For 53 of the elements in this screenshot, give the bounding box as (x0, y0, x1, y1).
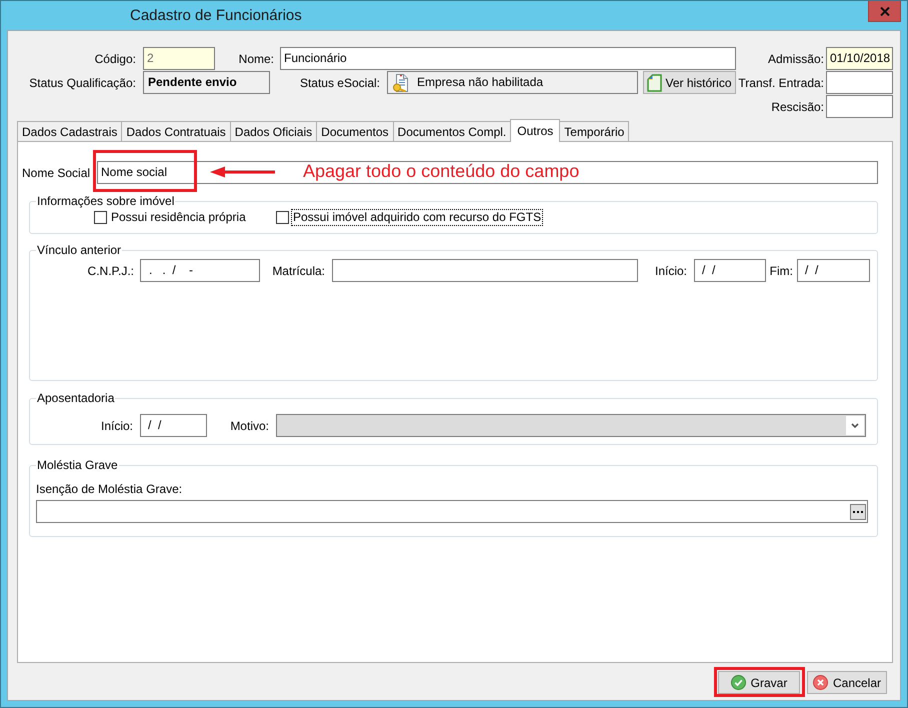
field-label: Nome Social (22, 166, 92, 180)
field-label: Matrícula: (271, 264, 325, 278)
exemption-field[interactable] (36, 500, 868, 523)
checkbox[interactable] (276, 211, 289, 224)
save-button[interactable]: Gravar (718, 671, 800, 694)
field-label: Início: (654, 264, 687, 278)
group-title: Informações sobre imóvel (36, 194, 176, 208)
field-label: Nome: (238, 52, 274, 66)
tab[interactable]: Outros (510, 119, 560, 142)
group-title: Aposentadoria (36, 391, 116, 405)
checkbox-label[interactable]: Possui imóvel adquirido com recurso do FGTS (292, 210, 542, 225)
check-circle-icon (730, 675, 746, 690)
annotation-text: Apagar todo o conteúdo do campo (303, 160, 580, 182)
checkbox[interactable] (94, 211, 107, 224)
history-button[interactable]: Ver histórico (643, 71, 736, 94)
start-date-field[interactable]: / / (694, 259, 766, 282)
ellipsis-button[interactable] (850, 504, 866, 520)
field-label: Motivo: (229, 418, 269, 432)
registration-field[interactable] (332, 259, 638, 282)
field-label: Fim: (768, 264, 793, 278)
field-label: Código: (94, 52, 136, 66)
document-key-icon (392, 74, 410, 92)
tab[interactable]: Temporário (559, 121, 630, 141)
qualification-status-field: Pendente envio (143, 71, 270, 94)
field-label: Rescisão: (770, 100, 824, 114)
tab[interactable]: Documentos Compl. (392, 121, 512, 141)
end-date-field[interactable]: / / (797, 259, 870, 282)
close-button[interactable] (868, 1, 901, 22)
chevron-down-icon (846, 416, 864, 435)
close-icon (880, 6, 890, 16)
field-label: Início: (100, 418, 133, 432)
checkbox-label[interactable]: Possui residência própria (110, 210, 247, 225)
annotation-arrow (210, 166, 276, 178)
date-field[interactable] (826, 95, 893, 118)
start-date-field[interactable]: / / (140, 414, 207, 437)
field-label: C.N.P.J.: (86, 264, 134, 278)
field-label: Status eSocial: (298, 76, 380, 90)
field-label: Isenção de Moléstia Grave: (36, 482, 182, 497)
tab[interactable]: Dados Cadastrais (17, 121, 122, 141)
date-field[interactable]: 01/10/2018 (826, 47, 893, 70)
date-field[interactable] (826, 71, 893, 94)
cross-circle-icon (812, 675, 828, 690)
window-title: Cadastro de Funcionários (130, 6, 302, 26)
group-title: Moléstia Grave (36, 458, 119, 472)
group-title: Vínculo anterior (36, 243, 122, 257)
name-field[interactable]: Funcionário (280, 47, 736, 70)
field-label: Admissão: (766, 52, 824, 66)
esocial-status-text: Empresa não habilitada (417, 74, 544, 91)
field-label: Transf. Entrada: (737, 76, 824, 90)
page-icon (647, 74, 662, 92)
field-label: Status Qualificação: (28, 76, 136, 90)
cancel-button[interactable]: Cancelar (807, 671, 887, 694)
cnpj-field[interactable]: . . / - (140, 259, 260, 282)
